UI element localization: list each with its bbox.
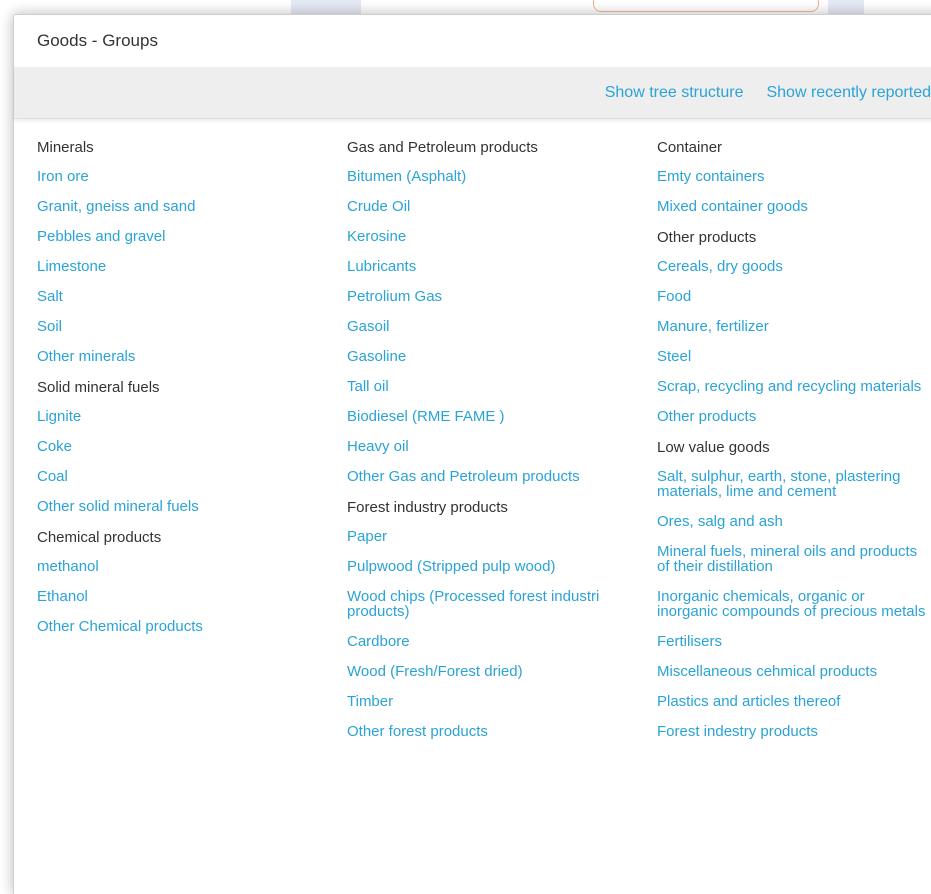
goods-item-link[interactable]: Mineral fuels, mineral oils and products… — [657, 544, 927, 574]
goods-item-link[interactable]: Other Gas and Petroleum products — [347, 469, 617, 484]
goods-item-link[interactable]: Mixed container goods — [657, 199, 927, 214]
goods-item-link[interactable]: Bitumen (Asphalt) — [347, 169, 617, 184]
goods-item-link[interactable]: Cardbore — [347, 634, 617, 649]
goods-item-link[interactable]: Other products — [657, 409, 927, 424]
group-title: Solid mineral fuels — [37, 379, 160, 396]
goods-item-link[interactable]: Coal — [37, 469, 307, 484]
goods-item-link[interactable]: Cereals, dry goods — [657, 259, 927, 274]
goods-item-link[interactable]: Food — [657, 289, 927, 304]
goods-item-link[interactable]: Manure, fertilizer — [657, 319, 927, 334]
goods-item-link[interactable]: Other solid mineral fuels — [37, 499, 307, 514]
goods-item-link[interactable]: Crude Oil — [347, 199, 617, 214]
goods-item-link[interactable]: Soil — [37, 319, 307, 334]
show-tree-structure-link[interactable]: Show tree structure — [605, 84, 744, 102]
goods-item-link[interactable]: methanol — [37, 559, 307, 574]
goods-item-link[interactable]: Inorganic chemicals, organic or inorgani… — [657, 589, 927, 619]
group-item-list: methanol Ethanol Other Chemical products — [37, 559, 307, 634]
goods-item-link[interactable]: Emty containers — [657, 169, 927, 184]
goods-item-link[interactable]: Tall oil — [347, 379, 617, 394]
goods-group: Solid mineral fuels Lignite Coke Coal Other … — [37, 379, 307, 514]
group-title: Minerals — [37, 139, 94, 156]
goods-item-link[interactable]: Pebbles and gravel — [37, 229, 307, 244]
goods-item-link[interactable]: Kerosine — [347, 229, 617, 244]
goods-group: Gas and Petroleum products Bitumen (Aspha… — [347, 139, 617, 484]
goods-group: Container Emty containers Mixed container … — [657, 139, 927, 214]
goods-item-link[interactable]: Fertilisers — [657, 634, 927, 649]
goods-item-link[interactable]: Ores, salg and ash — [657, 514, 927, 529]
goods-item-link[interactable]: Plastics and articles thereof — [657, 694, 927, 709]
goods-item-link[interactable]: Other Chemical products — [37, 619, 307, 634]
group-item-list: Salt, sulphur, earth, stone, plastering … — [657, 469, 927, 739]
goods-item-link[interactable]: Gasoil — [347, 319, 617, 334]
goods-item-link[interactable]: Biodiesel (RME FAME ) — [347, 409, 617, 424]
group-title: Low value goods — [657, 439, 770, 456]
goods-item-link[interactable]: Scrap, recycling and recycling materials — [657, 379, 927, 394]
goods-groups-dialog: Goods - Groups Show tree structure Show … — [13, 14, 931, 894]
toolbar-links: Show tree structure Show recently report… — [605, 84, 931, 102]
goods-group: Low value goods Salt, sulphur, earth, sto… — [657, 439, 927, 739]
group-item-list: Cereals, dry goods Food Manure, fertilizer… — [657, 259, 927, 424]
goods-column: Gas and Petroleum products Bitumen (Aspha… — [347, 139, 617, 754]
group-title: Container — [657, 139, 723, 156]
goods-item-link[interactable]: Wood chips (Processed forest industri pr… — [347, 589, 617, 619]
group-item-list: Emty containers Mixed container goods — [657, 169, 927, 214]
goods-item-link[interactable]: Petrolium Gas — [347, 289, 617, 304]
show-recently-reported-link[interactable]: Show recently reported — [766, 84, 931, 102]
goods-item-link[interactable]: Lubricants — [347, 259, 617, 274]
group-title: Gas and Petroleum products — [347, 139, 538, 156]
goods-item-link[interactable]: Timber — [347, 694, 617, 709]
goods-item-link[interactable]: Coke — [37, 439, 307, 454]
group-item-list: Lignite Coke Coal Other solid mineral fuels — [37, 409, 307, 514]
goods-item-link[interactable]: Forest indestry products — [657, 724, 927, 739]
goods-item-link[interactable]: Granit, gneiss and sand — [37, 199, 307, 214]
goods-item-link[interactable]: Ethanol — [37, 589, 307, 604]
goods-item-link[interactable]: Heavy oil — [347, 439, 617, 454]
goods-item-link[interactable]: Pulpwood (Stripped pulp wood) — [347, 559, 617, 574]
group-title: Forest industry products — [347, 499, 508, 516]
goods-item-link[interactable]: Other forest products — [347, 724, 617, 739]
goods-column: Minerals Iron ore Granit, gneiss and sand P… — [37, 139, 307, 649]
background-button — [593, 0, 819, 12]
goods-item-link[interactable]: Gasoline — [347, 349, 617, 364]
dialog-title: Goods - Groups — [37, 31, 158, 50]
goods-group: Forest industry products Paper Pulpwood (S… — [347, 499, 617, 739]
goods-item-link[interactable]: Limestone — [37, 259, 307, 274]
goods-item-link[interactable]: Iron ore — [37, 169, 307, 184]
goods-group: Chemical products methanol Ethanol Other Ch… — [37, 529, 307, 634]
goods-group: Minerals Iron ore Granit, gneiss and sand P… — [37, 139, 307, 364]
goods-column: Container Emty containers Mixed container … — [657, 139, 927, 754]
goods-item-link[interactable]: Salt, sulphur, earth, stone, plastering … — [657, 469, 927, 499]
goods-item-link[interactable]: Lignite — [37, 409, 307, 424]
dialog-toolbar: Show tree structure Show recently report… — [14, 67, 931, 119]
goods-item-link[interactable]: Paper — [347, 529, 617, 544]
goods-item-link[interactable]: Wood (Fresh/Forest dried) — [347, 664, 617, 679]
group-item-list: Iron ore Granit, gneiss and sand Pebbles a… — [37, 169, 307, 364]
goods-item-link[interactable]: Miscellaneous cehmical products — [657, 664, 927, 679]
group-item-list: Paper Pulpwood (Stripped pulp wood) Wood c… — [347, 529, 617, 739]
goods-group: Other products Cereals, dry goods Food Manu… — [657, 229, 927, 424]
goods-item-link[interactable]: Other minerals — [37, 349, 307, 364]
group-title: Chemical products — [37, 529, 162, 546]
goods-item-link[interactable]: Steel — [657, 349, 927, 364]
group-title: Other products — [657, 229, 757, 246]
goods-item-link[interactable]: Salt — [37, 289, 307, 304]
group-item-list: Bitumen (Asphalt) Crude Oil Kerosine Lubric… — [347, 169, 617, 484]
